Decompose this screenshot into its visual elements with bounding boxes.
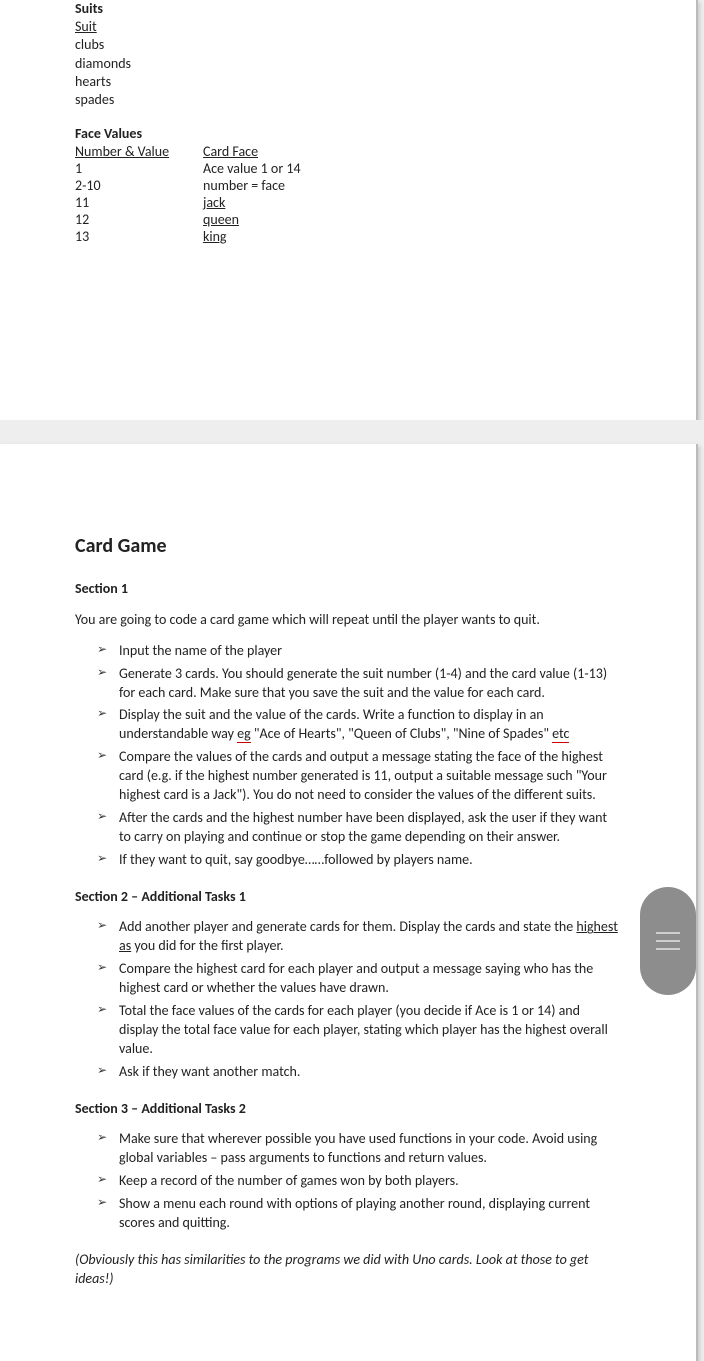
fv-col1-header: Number & Value (75, 143, 203, 160)
suits-heading: Suits (75, 0, 621, 18)
list-item: Input the name of the player (75, 642, 621, 661)
fv-face[interactable]: jack (203, 194, 225, 211)
list-item: After the cards and the highest number h… (75, 809, 621, 847)
face-values-heading: Face Values (75, 125, 621, 143)
fv-number: 13 (75, 228, 203, 245)
fv-row: 13king (75, 228, 621, 245)
list-item: Ask if they want another match. (75, 1063, 621, 1082)
suit-item: hearts (75, 73, 621, 91)
section1-intro: You are going to code a card game which … (75, 611, 621, 630)
footnote: (Obviously this has similarities to the … (75, 1251, 621, 1289)
page-title: Card Game (75, 534, 621, 558)
document-viewport: Suits Suit clubs diamonds hearts spades … (0, 0, 704, 1361)
fv-number: 12 (75, 211, 203, 228)
list-item: Make sure that wherever possible you hav… (75, 1130, 621, 1168)
page-gap (0, 420, 704, 444)
fv-row: 1Ace value 1 or 14 (75, 160, 621, 177)
hamburger-icon (656, 948, 680, 950)
list-item: Display the suit and the value of the ca… (75, 706, 621, 744)
section3-heading: Section 3 – Additional Tasks 2 (75, 1100, 621, 1119)
fv-number: 1 (75, 160, 203, 177)
menu-button[interactable] (640, 887, 696, 995)
fv-face: Ace value 1 or 14 (203, 160, 301, 177)
fv-face[interactable]: king (203, 228, 227, 245)
section2-list: Add another player and generate cards fo… (75, 918, 621, 1081)
hamburger-icon (656, 940, 680, 942)
fv-col2-header: Card Face (203, 143, 258, 160)
list-item: Keep a record of the number of games won… (75, 1172, 621, 1191)
fv-number: 11 (75, 194, 203, 211)
list-item: Generate 3 cards. You should generate th… (75, 665, 621, 703)
fv-header-row: Number & Value Card Face (75, 143, 621, 160)
fv-face[interactable]: queen (203, 211, 239, 228)
list-item: Compare the highest card for each player… (75, 960, 621, 998)
section1-heading: Section 1 (75, 580, 621, 599)
suit-col-header: Suit (75, 18, 621, 36)
list-item: Show a menu each round with options of p… (75, 1195, 621, 1233)
list-item: Total the face values of the cards for e… (75, 1002, 621, 1059)
fv-face: number = face (203, 177, 285, 194)
suit-item: diamonds (75, 55, 621, 73)
list-item: If they want to quit, say goodbye……follo… (75, 851, 621, 870)
list-item: Compare the values of the cards and outp… (75, 748, 621, 805)
fv-number: 2-10 (75, 177, 203, 194)
section3-list: Make sure that wherever possible you hav… (75, 1130, 621, 1232)
suit-item: clubs (75, 36, 621, 54)
fv-row: 2-10number = face (75, 177, 621, 194)
hamburger-icon (656, 932, 680, 934)
fv-row: 12queen (75, 211, 621, 228)
suit-item: spades (75, 91, 621, 109)
section1-list: Input the name of the player Generate 3 c… (75, 642, 621, 870)
section2-heading: Section 2 – Additional Tasks 1 (75, 888, 621, 907)
list-item: Add another player and generate cards fo… (75, 918, 621, 956)
page-1: Suits Suit clubs diamonds hearts spades … (0, 0, 698, 420)
fv-row: 11jack (75, 194, 621, 211)
fv-body: 1Ace value 1 or 142-10number = face11jac… (75, 160, 621, 245)
page-2: Card Game Section 1 You are going to cod… (0, 444, 698, 1361)
